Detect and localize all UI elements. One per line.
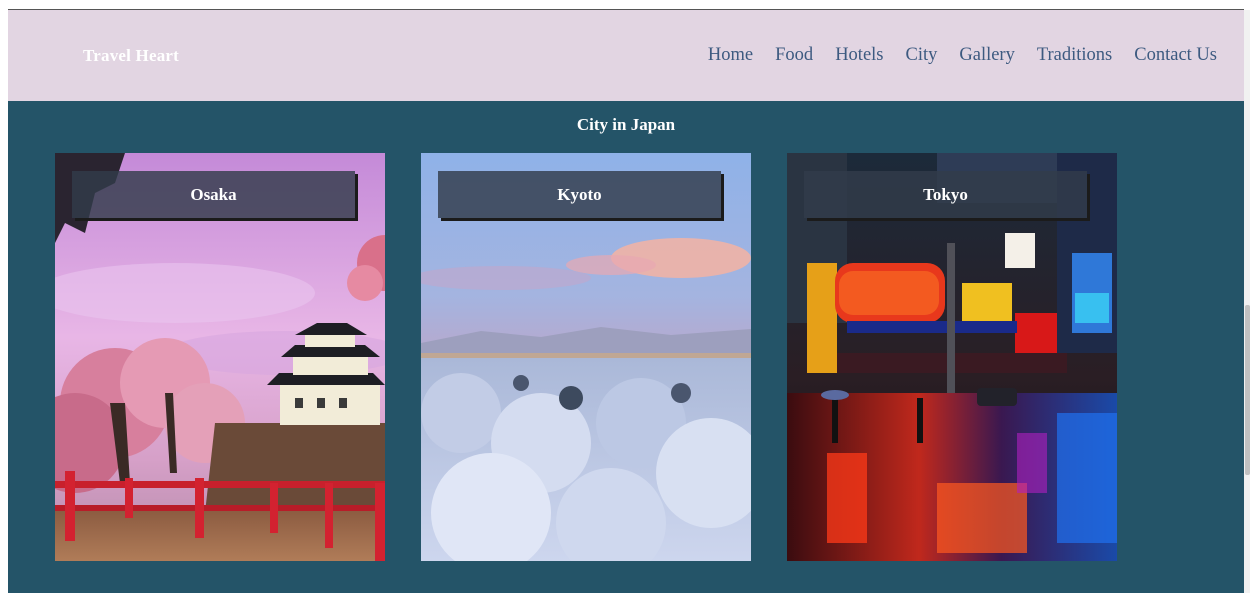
city-section: City in Japan Osaka Kyoto Tokyo	[8, 101, 1244, 593]
nav-link-traditions[interactable]: Traditions	[1037, 45, 1112, 66]
city-card-label: Osaka	[72, 171, 355, 218]
city-card-label: Tokyo	[804, 171, 1087, 218]
navbar: Travel Heart Home Food Hotels City Galle…	[8, 10, 1244, 101]
nav-link-hotels[interactable]: Hotels	[835, 45, 883, 66]
city-card-label: Kyoto	[438, 171, 721, 218]
page-scrollbar[interactable]	[1244, 10, 1250, 593]
city-card-tokyo[interactable]: Tokyo	[787, 153, 1117, 561]
city-card-osaka[interactable]: Osaka	[55, 153, 385, 561]
city-card-kyoto[interactable]: Kyoto	[421, 153, 751, 561]
nav-link-home[interactable]: Home	[708, 45, 753, 66]
nav-link-contact[interactable]: Contact Us	[1134, 45, 1217, 66]
nav-link-gallery[interactable]: Gallery	[959, 45, 1014, 66]
section-title: City in Japan	[576, 115, 676, 134]
scrollbar-thumb[interactable]	[1245, 305, 1250, 475]
main-nav: Home Food Hotels City Gallery Traditions…	[686, 45, 1217, 66]
site-brand[interactable]: Travel Heart	[83, 46, 179, 66]
nav-link-food[interactable]: Food	[775, 45, 813, 66]
nav-link-city[interactable]: City	[906, 45, 938, 66]
